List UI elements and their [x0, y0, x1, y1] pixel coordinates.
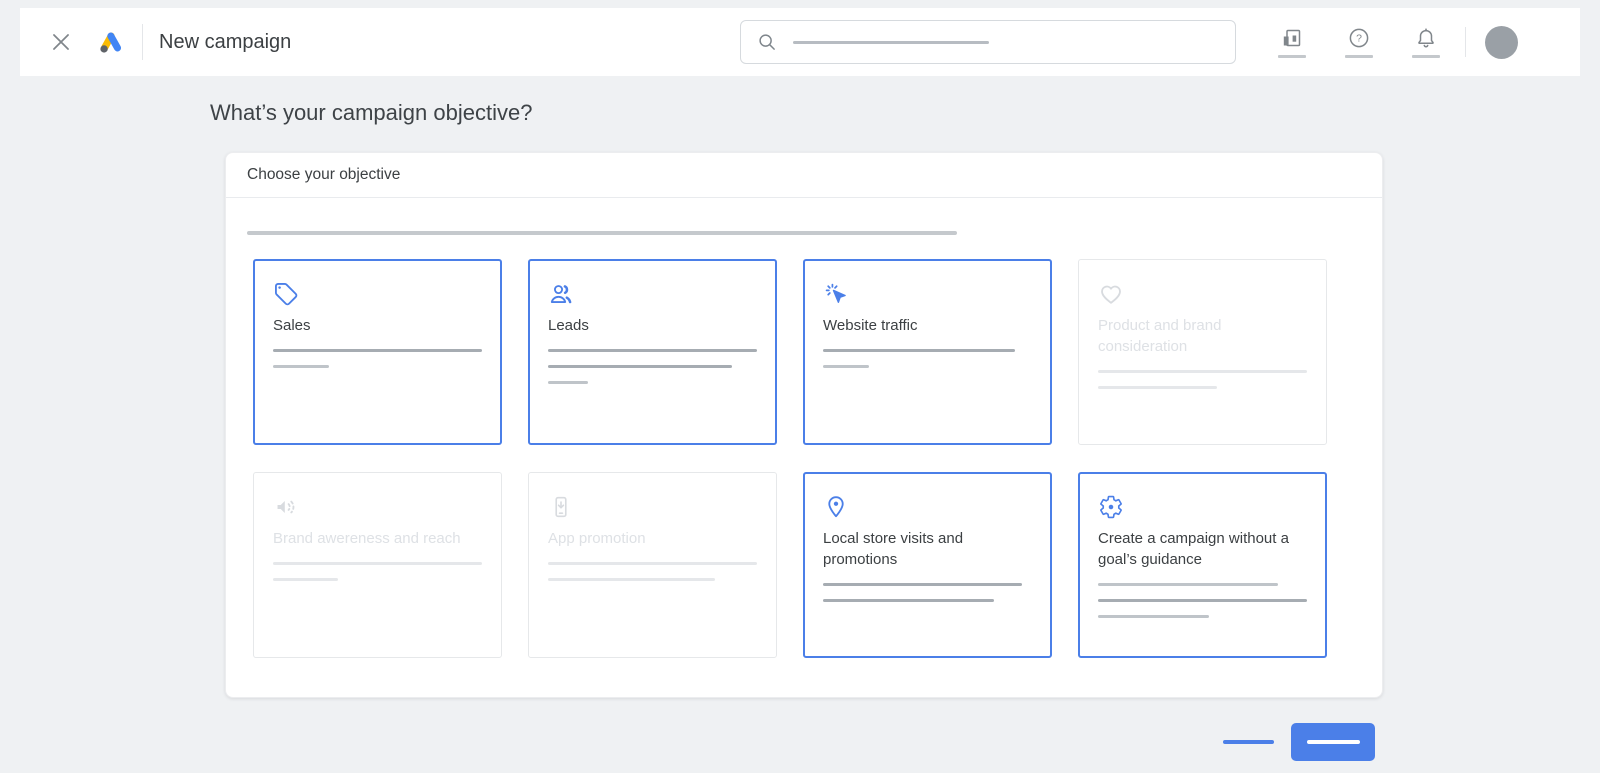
placeholder-line — [548, 562, 757, 565]
objective-card-website-traffic[interactable]: Website traffic — [803, 259, 1052, 445]
placeholder-line — [273, 562, 482, 565]
objective-grid: Sales Leads Website traffic Product and bra… — [253, 259, 1382, 658]
person-icon — [548, 281, 574, 307]
cancel-link-placeholder[interactable] — [1223, 740, 1274, 744]
user-avatar[interactable] — [1485, 26, 1518, 59]
description-placeholder-lines — [823, 583, 1032, 602]
placeholder-line — [273, 349, 482, 352]
objective-label: Sales — [273, 315, 478, 336]
placeholder-line — [1098, 583, 1278, 586]
placeholder-line — [1098, 370, 1307, 373]
search-input[interactable] — [740, 20, 1236, 64]
description-placeholder-lines — [823, 349, 1032, 368]
location-pin-icon — [823, 494, 849, 520]
google-ads-logo — [94, 25, 128, 59]
objective-label: Website traffic — [823, 315, 1028, 336]
placeholder-line — [823, 365, 869, 368]
header-divider — [142, 24, 143, 60]
continue-button[interactable] — [1291, 723, 1375, 761]
description-placeholder-lines — [548, 349, 757, 384]
description-placeholder-lines — [273, 562, 482, 581]
cursor-click-icon — [823, 281, 849, 307]
placeholder-line — [273, 578, 338, 581]
placeholder-line — [548, 349, 757, 352]
header-actions — [1240, 8, 1580, 76]
help-icon — [1347, 26, 1371, 50]
search-placeholder-line — [793, 41, 989, 44]
placeholder-line — [823, 599, 994, 602]
megaphone-icon — [273, 494, 299, 520]
campaign-objective-heading: What’s your campaign objective? — [210, 100, 532, 126]
icon-label-placeholder — [1345, 55, 1373, 58]
objective-label: Brand awereness and reach — [273, 528, 478, 549]
heart-icon — [1098, 281, 1124, 307]
notifications-button[interactable] — [1411, 26, 1441, 58]
objective-card-brand-awereness-and-reach: Brand awereness and reach — [253, 472, 502, 658]
objective-label: Leads — [548, 315, 753, 336]
objective-card-product-and-brand-consideration: Product and brand consideration — [1078, 259, 1327, 445]
page-title: New campaign — [159, 8, 291, 76]
objective-label: Create a campaign without a goal’s guida… — [1098, 528, 1303, 570]
close-icon[interactable] — [48, 29, 74, 55]
icon-label-placeholder — [1278, 55, 1306, 58]
placeholder-line — [273, 365, 329, 368]
description-placeholder-lines — [1098, 583, 1307, 618]
app-download-icon — [548, 494, 574, 520]
placeholder-line — [1098, 599, 1307, 602]
gear-icon — [1098, 494, 1124, 520]
objective-label: Product and brand consideration — [1098, 315, 1303, 357]
objective-card-sales[interactable]: Sales — [253, 259, 502, 445]
objective-card-app-promotion: App promotion — [528, 472, 777, 658]
text-placeholder-line — [247, 231, 957, 235]
description-placeholder-lines — [273, 349, 482, 368]
icon-label-placeholder — [1412, 55, 1440, 58]
objective-label: Local store visits and promotions — [823, 528, 1028, 570]
notifications-icon — [1414, 26, 1438, 50]
search-icon — [756, 31, 778, 53]
objective-card-campaign-without-goal[interactable]: Create a campaign without a goal’s guida… — [1078, 472, 1327, 658]
button-label-placeholder — [1307, 740, 1360, 744]
analytics-button[interactable] — [1277, 26, 1307, 58]
tag-icon — [273, 281, 299, 307]
description-placeholder-lines — [1098, 370, 1307, 389]
help-button[interactable] — [1344, 26, 1374, 58]
analytics-icon — [1280, 26, 1304, 50]
placeholder-line — [548, 365, 732, 368]
placeholder-line — [823, 583, 1022, 586]
objective-card-leads[interactable]: Leads — [528, 259, 777, 445]
placeholder-line — [1098, 615, 1209, 618]
objective-card-local-store-visits-and-promotions[interactable]: Local store visits and promotions — [803, 472, 1052, 658]
placeholder-line — [1098, 386, 1217, 389]
placeholder-line — [548, 578, 715, 581]
placeholder-line — [548, 381, 588, 384]
top-app-bar: New campaign — [20, 8, 1580, 76]
placeholder-line — [823, 349, 1015, 352]
panel-title: Choose your objective — [226, 153, 1382, 198]
header-divider — [1465, 27, 1466, 57]
description-placeholder-lines — [548, 562, 757, 581]
choose-objective-panel: Choose your objective Sales Leads Website … — [225, 152, 1383, 698]
objective-label: App promotion — [548, 528, 753, 549]
